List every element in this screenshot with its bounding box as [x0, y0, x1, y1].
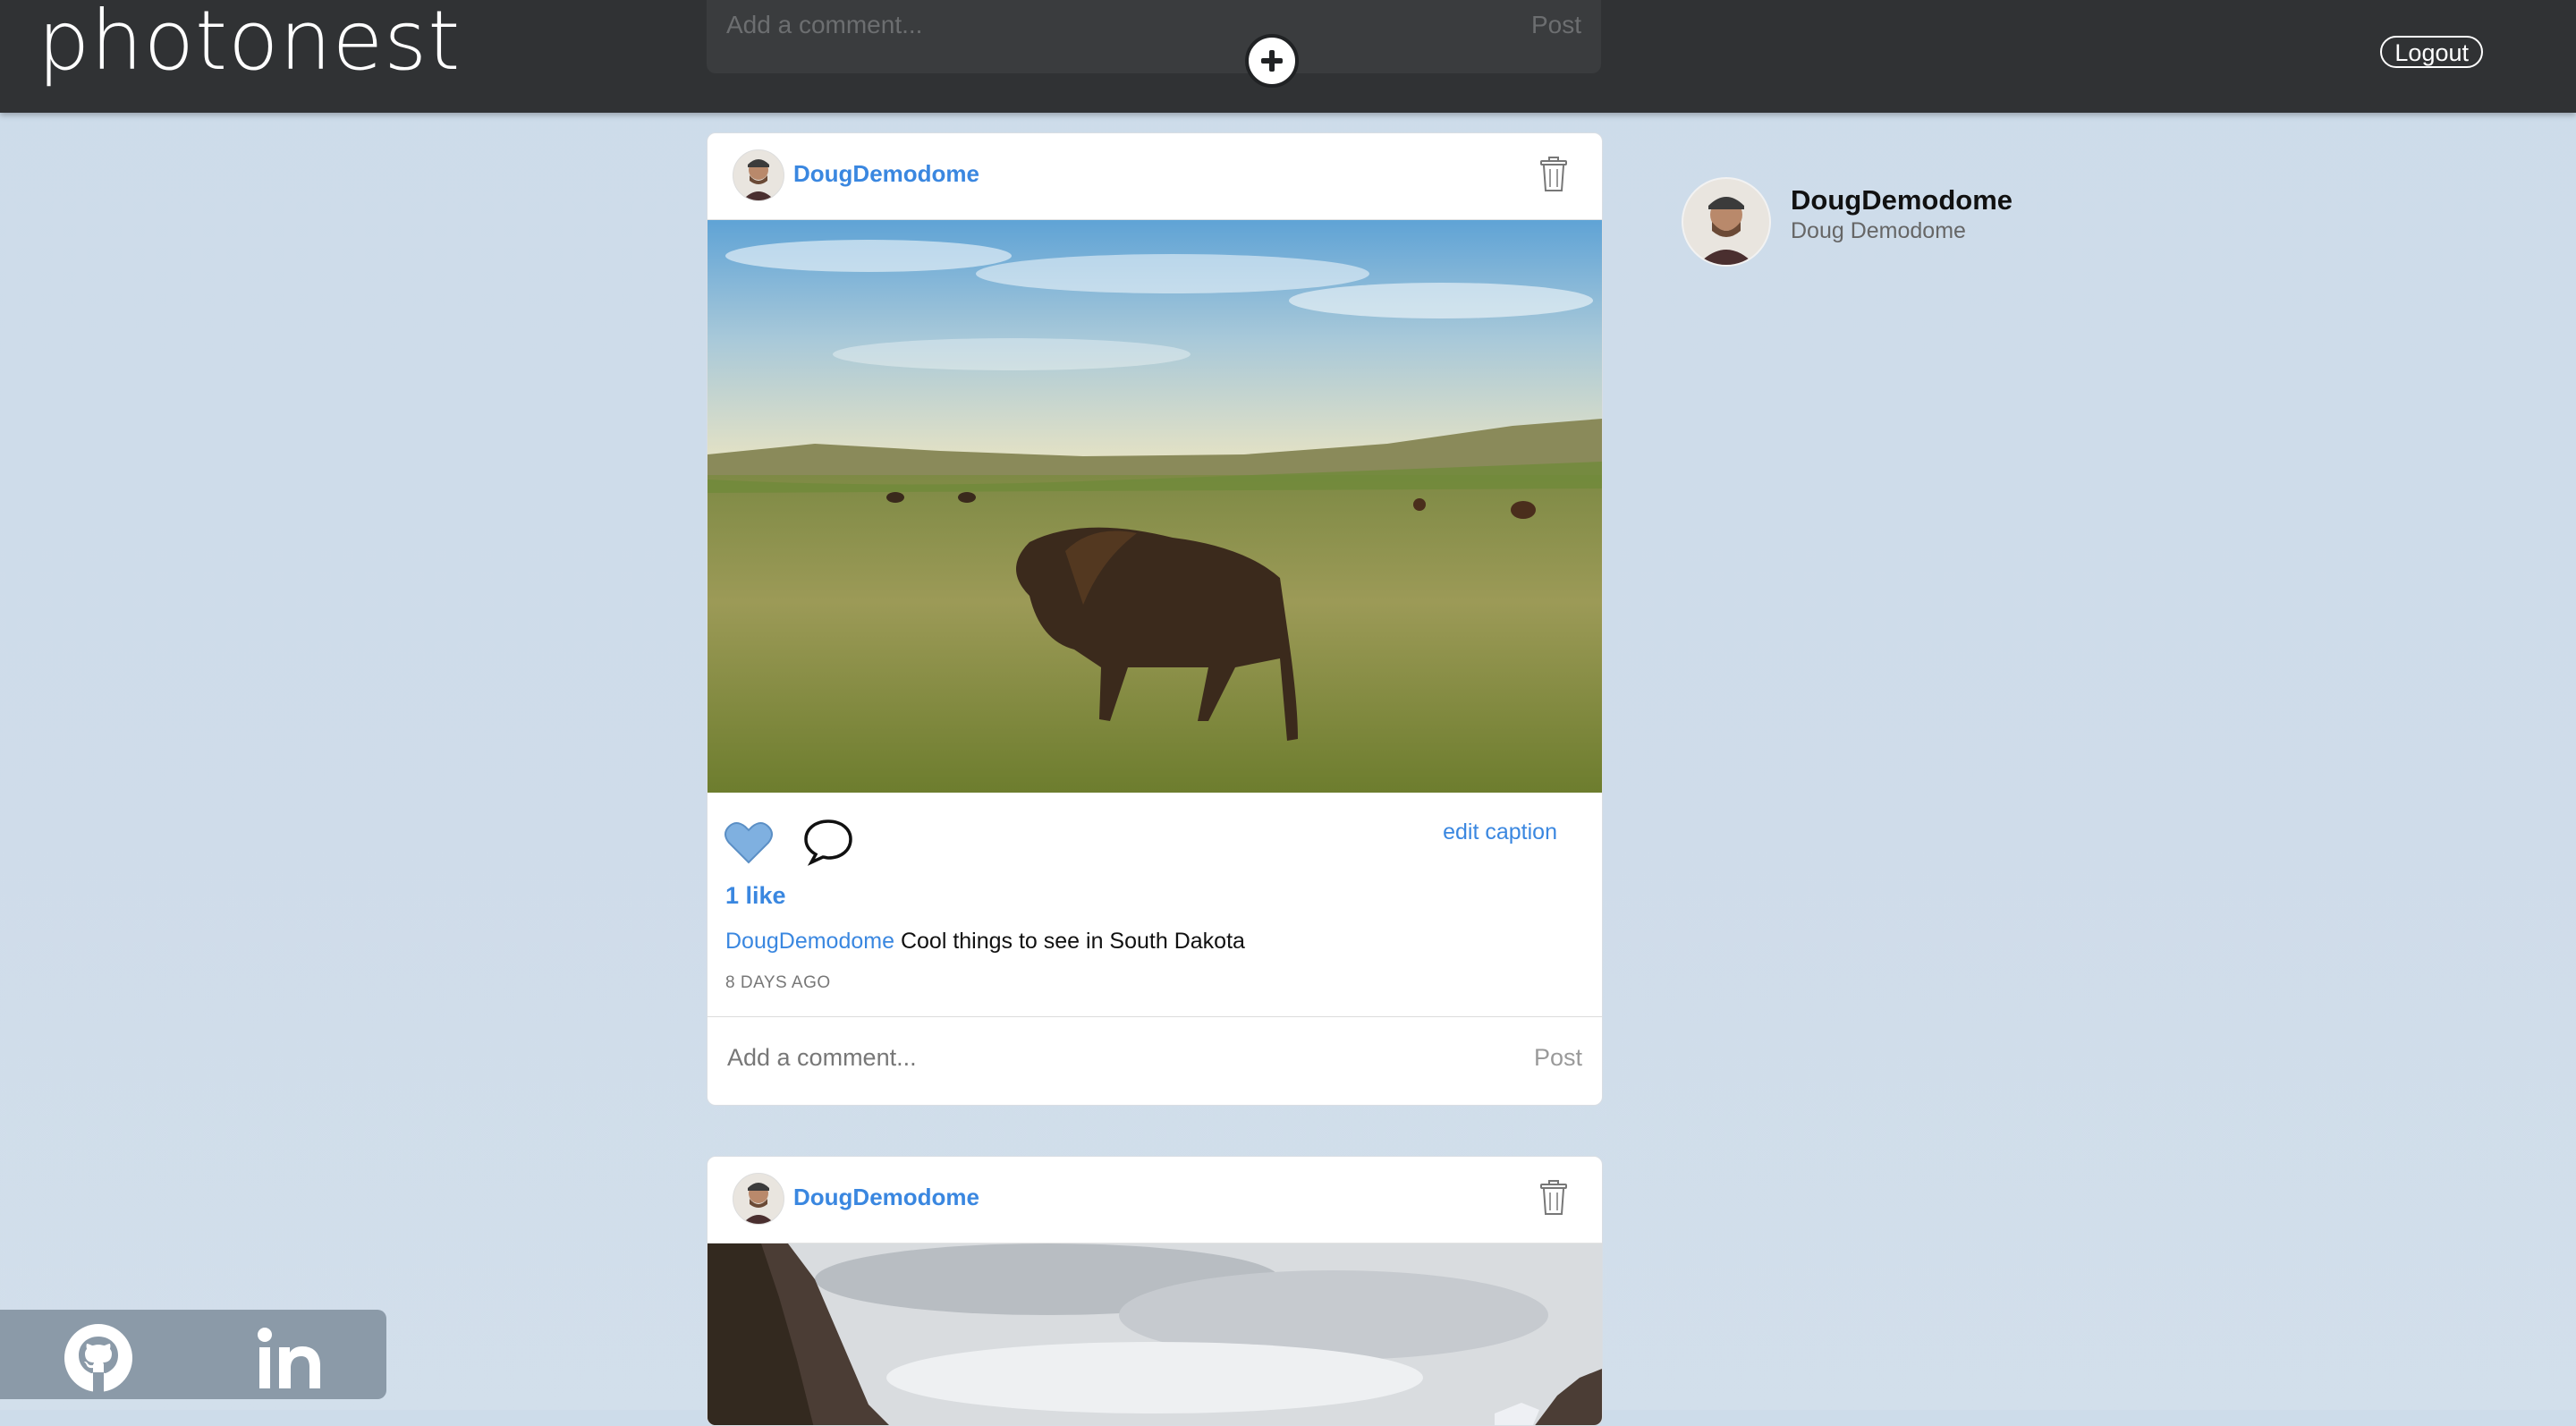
caption-text: Cool things to see in South Dakota — [900, 929, 1245, 954]
github-icon[interactable] — [63, 1322, 134, 1398]
like-count[interactable]: 1 like — [725, 882, 786, 910]
edit-caption-link[interactable]: edit caption — [1443, 819, 1557, 845]
comment-input[interactable]: Add a comment... — [726, 11, 922, 39]
post-photo[interactable] — [708, 1244, 1602, 1425]
post-card: DougDemodome — [707, 132, 1603, 1106]
avatar[interactable] — [733, 149, 784, 201]
post-actions: edit caption 1 like DougDemodome Cool th… — [708, 793, 1602, 1017]
profile-full-name: Doug Demodome — [1791, 218, 1966, 243]
post-comment-button[interactable]: Post — [1531, 11, 1581, 39]
post-card: DougDemodome — [707, 1156, 1603, 1426]
previous-post-comment-row: Add a comment... Post — [707, 0, 1601, 73]
avatar[interactable] — [733, 1173, 784, 1225]
trash-icon[interactable] — [1538, 1180, 1570, 1220]
trash-icon[interactable] — [1538, 157, 1570, 197]
comment-input[interactable]: Add a comment... — [727, 1044, 917, 1072]
post-timestamp: 8 DAYS AGO — [725, 973, 831, 992]
post-username-link[interactable]: DougDemodome — [793, 160, 979, 188]
caption-username-link[interactable]: DougDemodome — [725, 929, 894, 954]
profile-username[interactable]: DougDemodome — [1791, 184, 2012, 216]
linkedin-icon[interactable] — [256, 1322, 327, 1398]
like-heart-icon[interactable] — [724, 819, 774, 869]
current-user-profile: DougDemodome Doug Demodome — [1682, 177, 2129, 267]
app-logo[interactable]: photonest — [38, 0, 461, 89]
plus-circle-icon — [1261, 50, 1283, 72]
post-photo[interactable] — [708, 220, 1602, 793]
post-header: DougDemodome — [708, 1157, 1602, 1244]
logout-button[interactable]: Logout — [2380, 36, 2483, 68]
post-header: DougDemodome — [708, 133, 1602, 220]
avatar[interactable] — [1682, 177, 1771, 267]
add-post-button[interactable] — [1245, 34, 1299, 88]
social-links-bar — [0, 1310, 386, 1399]
comment-bubble-icon[interactable] — [802, 818, 854, 870]
post-username-link[interactable]: DougDemodome — [793, 1184, 979, 1211]
post-caption: DougDemodome Cool things to see in South… — [725, 929, 1245, 955]
post-comment-button[interactable]: Post — [1534, 1044, 1582, 1072]
comment-row: Add a comment... Post — [708, 1017, 1602, 1105]
